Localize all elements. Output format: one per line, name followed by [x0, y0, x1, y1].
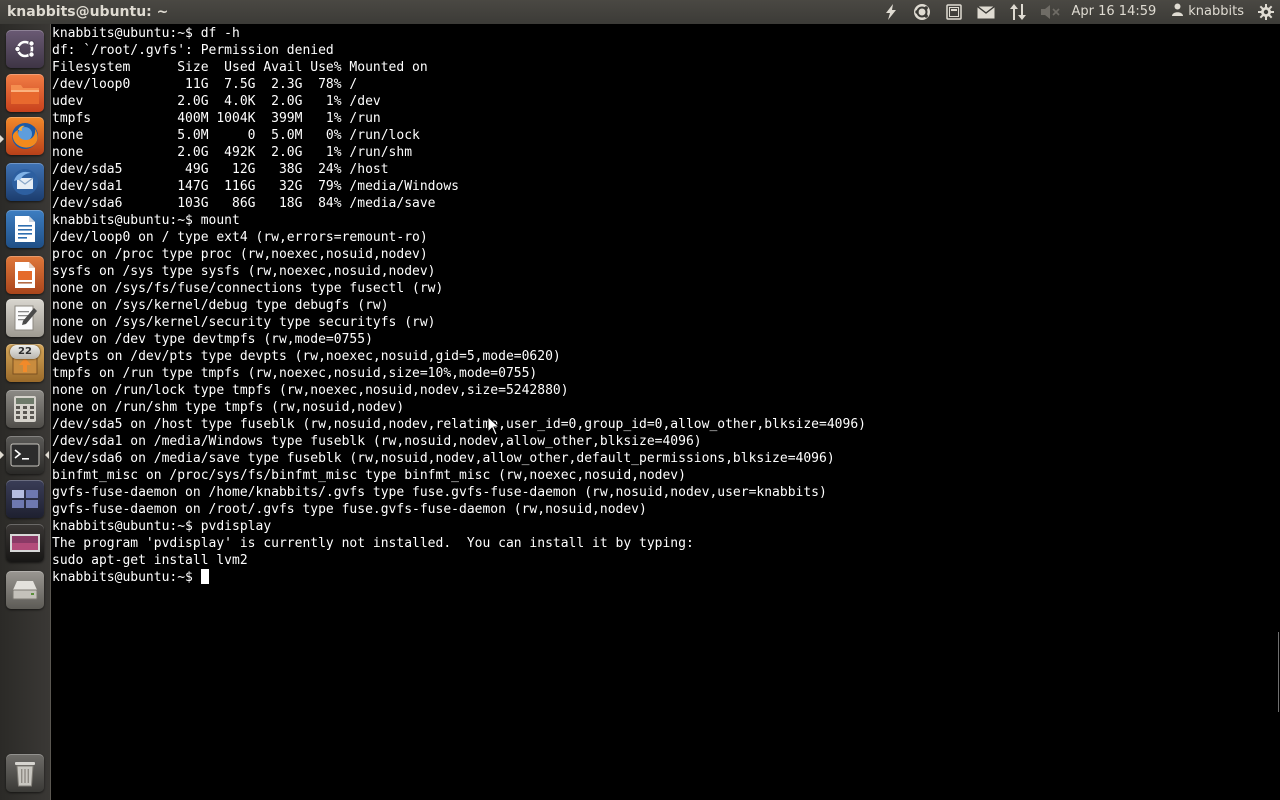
terminal-line: none on /sys/fs/fuse/connections type fu…: [52, 281, 444, 296]
gear-icon[interactable]: [1252, 0, 1280, 24]
text-editor-icon: [12, 304, 38, 332]
active-indicator: [45, 451, 49, 459]
workspace-switcher-button[interactable]: [6, 480, 44, 518]
text-cursor: [200, 569, 209, 584]
terminal-line: tmpfs 400M 1004K 399M 1% /run: [52, 111, 381, 126]
terminal-line: none on /sys/kernel/security type securi…: [52, 315, 436, 330]
terminal-line: udev on /dev type devtmpfs (rw,mode=0755…: [52, 332, 373, 347]
terminal-scrollbar[interactable]: [1267, 24, 1280, 800]
terminal-line: Filesystem Size Used Avail Use% Mounted …: [52, 60, 428, 75]
ubuntu-one-icon[interactable]: [906, 0, 938, 24]
terminal-line: none on /run/lock type tmpfs (rw,noexec,…: [52, 383, 569, 398]
libreoffice-writer-button[interactable]: [6, 210, 44, 248]
terminal-line: /dev/sda6 103G 86G 18G 84% /media/save: [52, 196, 436, 211]
dash-home-button[interactable]: [6, 30, 44, 68]
user-icon: [1172, 0, 1184, 24]
lightning-icon[interactable]: [876, 0, 906, 24]
terminal-line: none 5.0M 0 5.0M 0% /run/lock: [52, 128, 420, 143]
terminal-line: devpts on /dev/pts type devpts (rw,noexe…: [52, 349, 561, 364]
text-editor-button[interactable]: [6, 299, 44, 337]
workspace-icon: [10, 487, 40, 511]
mail-icon[interactable]: [970, 0, 1002, 24]
terminal-line: /dev/sda5 on /host type fuseblk (rw,nosu…: [52, 417, 866, 432]
trash-button[interactable]: [6, 754, 44, 792]
terminal-button[interactable]: [6, 436, 44, 474]
scrollbar-thumb[interactable]: [1269, 632, 1279, 712]
terminal-line: /dev/loop0 on / type ext4 (rw,errors=rem…: [52, 230, 428, 245]
running-indicator: [0, 135, 4, 143]
folder-icon: [10, 81, 40, 105]
terminal-icon: [10, 443, 40, 467]
terminal-line: knabbits@ubuntu:~$ mount: [52, 213, 240, 228]
files-button[interactable]: [6, 74, 44, 112]
terminal-line: binfmt_misc on /proc/sys/fs/binfmt_misc …: [52, 468, 686, 483]
libreoffice-impress-button[interactable]: [6, 256, 44, 294]
disk-button[interactable]: [6, 571, 44, 609]
clock[interactable]: Apr 16 14:59: [1066, 0, 1167, 24]
terminal-line: df: `/root/.gvfs': Permission denied: [52, 43, 334, 58]
window-title: knabbits@ubuntu: ~: [7, 4, 169, 20]
screen-icon: [9, 531, 41, 555]
terminal-prompt: knabbits@ubuntu:~$: [52, 570, 201, 585]
terminal-line: none on /sys/kernel/debug type debugfs (…: [52, 298, 389, 313]
calculator-icon: [13, 395, 37, 423]
terminal-prompt-line[interactable]: knabbits@ubuntu:~$: [52, 569, 1267, 586]
terminal-line: sysfs on /sys type sysfs (rw,noexec,nosu…: [52, 264, 436, 279]
terminal-line: /dev/sda1 147G 116G 32G 79% /media/Windo…: [52, 179, 459, 194]
calculator-button[interactable]: [6, 390, 44, 428]
ubuntu-logo-icon: [13, 37, 37, 61]
terminal-line: /dev/sda5 49G 12G 38G 24% /host: [52, 162, 389, 177]
drive-icon: [10, 578, 40, 602]
thunderbird-icon: [10, 167, 40, 197]
user-name: knabbits: [1188, 4, 1244, 19]
update-count-badge: 22: [10, 345, 40, 359]
battery-icon[interactable]: [938, 0, 970, 24]
terminal-line: proc on /proc type proc (rw,noexec,nosui…: [52, 247, 428, 262]
screenshot-button[interactable]: [6, 524, 44, 562]
writer-icon: [13, 215, 37, 243]
network-icon[interactable]: [1002, 0, 1034, 24]
terminal-window[interactable]: knabbits@ubuntu:~$ df -h df: `/root/.gvfs…: [51, 24, 1267, 800]
terminal-line: knabbits@ubuntu:~$ df -h: [52, 26, 240, 41]
terminal-line: none 2.0G 492K 2.0G 1% /run/shm: [52, 145, 413, 160]
launcher: 22: [0, 24, 51, 800]
trash-icon: [13, 759, 37, 787]
top-panel: knabbits@ubuntu: ~ Apr 16 14:59 knabbits: [0, 0, 1280, 24]
terminal-line: The program 'pvdisplay' is currently not…: [52, 536, 694, 551]
thunderbird-button[interactable]: [6, 163, 44, 201]
impress-icon: [13, 261, 37, 289]
firefox-icon: [10, 121, 40, 151]
terminal-line: knabbits@ubuntu:~$ pvdisplay: [52, 519, 272, 534]
firefox-button[interactable]: [6, 117, 44, 155]
sound-muted-icon[interactable]: [1034, 0, 1066, 24]
terminal-line: /dev/sda1 on /media/Windows type fuseblk…: [52, 434, 702, 449]
terminal-line: /dev/loop0 11G 7.5G 2.3G 78% /: [52, 77, 358, 92]
terminal-line: sudo apt-get install lvm2: [52, 553, 248, 568]
terminal-line: none on /run/shm type tmpfs (rw,nosuid,n…: [52, 400, 405, 415]
mouse-pointer: [487, 415, 501, 436]
terminal-line: gvfs-fuse-daemon on /root/.gvfs type fus…: [52, 502, 647, 517]
terminal-line: udev 2.0G 4.0K 2.0G 1% /dev: [52, 94, 381, 109]
indicator-area: Apr 16 14:59 knabbits: [876, 0, 1280, 24]
terminal-line: tmpfs on /run type tmpfs (rw,noexec,nosu…: [52, 366, 538, 381]
user-menu[interactable]: knabbits: [1166, 0, 1252, 24]
running-indicator: [0, 451, 4, 459]
terminal-line: gvfs-fuse-daemon on /home/knabbits/.gvfs…: [52, 485, 827, 500]
terminal-output[interactable]: knabbits@ubuntu:~$ df -h df: `/root/.gvfs…: [51, 24, 1267, 586]
terminal-line: /dev/sda6 on /media/save type fuseblk (r…: [52, 451, 835, 466]
